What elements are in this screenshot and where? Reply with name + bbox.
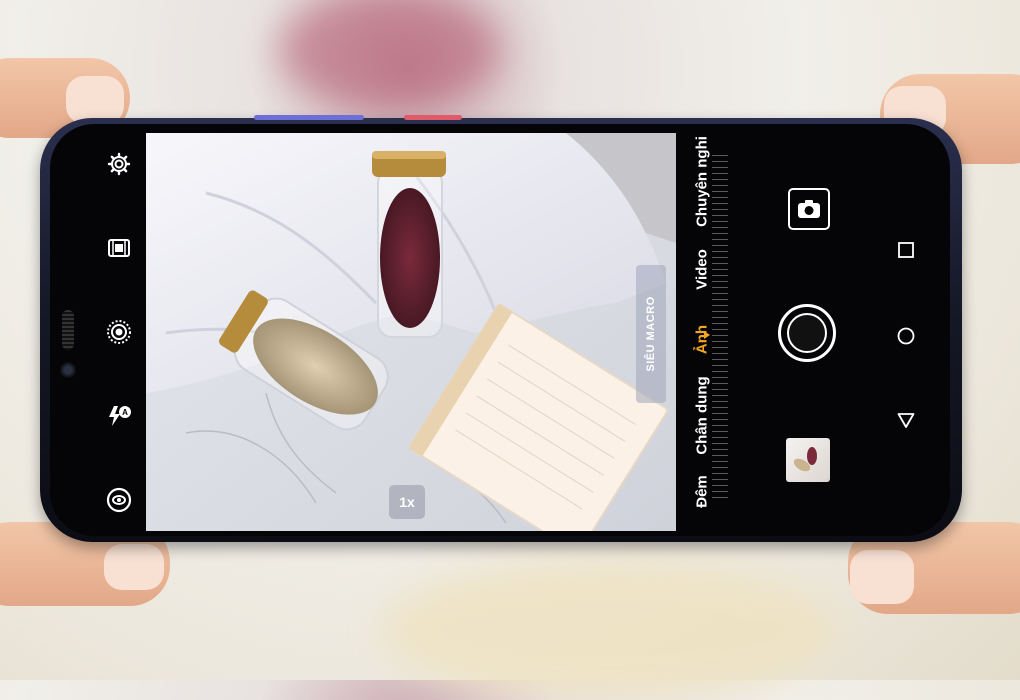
- camera-left-toolbar: A: [96, 140, 142, 524]
- svg-text:A: A: [122, 408, 128, 417]
- mode-photo[interactable]: Ảnh: [694, 325, 711, 354]
- mode-scroll-ruler: [712, 155, 728, 503]
- switch-camera-icon[interactable]: [788, 188, 830, 230]
- viewfinder-scene: [146, 133, 676, 531]
- active-mode-indicator: [704, 331, 710, 339]
- zoom-button[interactable]: 1x: [389, 485, 425, 519]
- camera-viewfinder[interactable]: 1x SIÊU MACRO: [146, 133, 676, 531]
- mode-video[interactable]: Video: [694, 249, 711, 290]
- background-flowers-blur: [280, 0, 500, 110]
- super-macro-chip[interactable]: SIÊU MACRO: [636, 265, 666, 403]
- volume-button: [254, 115, 364, 120]
- lens-icon[interactable]: [96, 480, 142, 520]
- nav-home-icon[interactable]: [896, 326, 916, 346]
- shutter-inner-ring: [787, 313, 827, 353]
- nav-recent-icon[interactable]: [896, 240, 916, 260]
- mode-pro[interactable]: Chuyên nghi: [694, 136, 711, 227]
- right-bottom-fingernail: [850, 550, 914, 604]
- nav-back-icon[interactable]: [896, 410, 916, 430]
- left-bottom-fingernail: [104, 544, 164, 590]
- settings-icon[interactable]: [96, 144, 142, 184]
- earpiece-speaker: [62, 310, 74, 350]
- gallery-thumbnail[interactable]: [786, 438, 830, 482]
- left-top-fingernail: [66, 76, 124, 124]
- filmstrip-icon[interactable]: [96, 228, 142, 268]
- system-nav-bar: [888, 230, 924, 440]
- live-photo-icon[interactable]: [96, 312, 142, 352]
- super-macro-label: SIÊU MACRO: [645, 296, 657, 372]
- power-button: [404, 115, 462, 120]
- mode-portrait[interactable]: Chân dung: [694, 376, 711, 454]
- shutter-panel: [748, 140, 866, 530]
- background-table-blur: [380, 560, 840, 700]
- front-camera: [60, 362, 76, 378]
- mode-night[interactable]: Đêm: [694, 475, 711, 508]
- auto-flash-icon[interactable]: A: [96, 396, 142, 436]
- shutter-button[interactable]: [778, 304, 836, 362]
